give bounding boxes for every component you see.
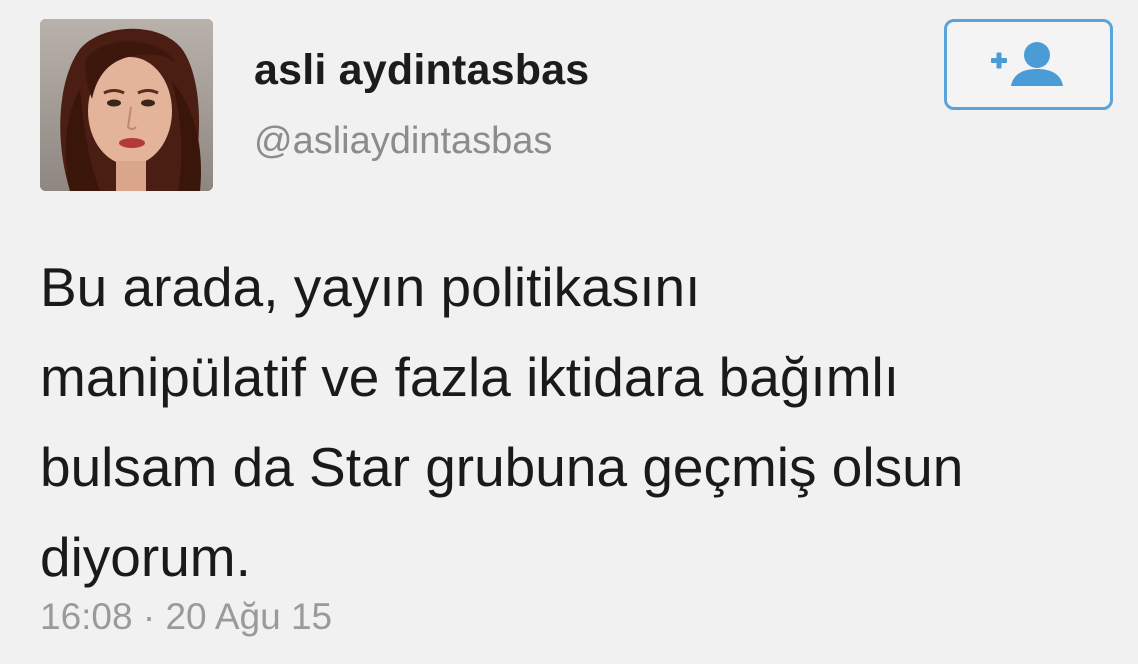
tweet-card: asli aydintasbas @asliaydintasbas Bu ara… (0, 0, 1138, 664)
add-user-icon (991, 42, 1063, 86)
tweet-text-line: diyorum. (40, 526, 251, 588)
avatar-photo (40, 19, 213, 191)
display-name[interactable]: asli aydintasbas (254, 46, 589, 95)
tweet-text-line: Bu arada, yayın politikasını (40, 256, 701, 318)
tweet-text-line: bulsam da Star grubuna geçmiş olsun (40, 436, 964, 498)
tweet-text: Bu arada, yayın politikasını manipülatif… (40, 242, 1125, 602)
tweet-text-line: manipülatif ve fazla iktidara bağımlı (40, 346, 900, 408)
avatar[interactable] (40, 19, 213, 191)
follow-button[interactable] (944, 19, 1113, 110)
timestamp[interactable]: 16:08 · 20 Ağu 15 (40, 596, 332, 638)
user-handle[interactable]: @asliaydintasbas (254, 120, 552, 163)
